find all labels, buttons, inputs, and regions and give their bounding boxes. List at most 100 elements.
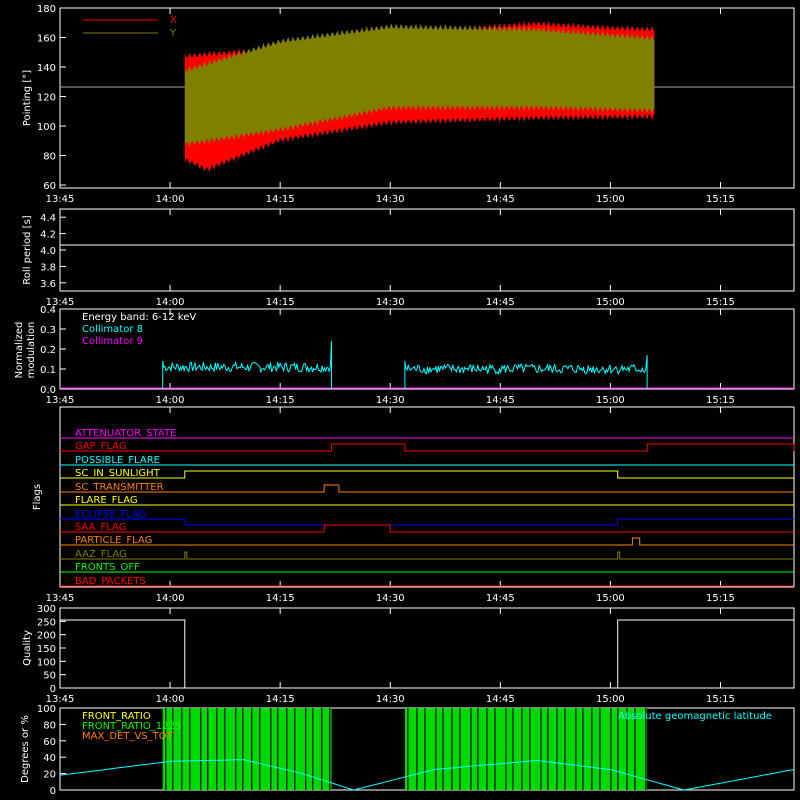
roll-xticks: 13:45 14:00 14:15 14:30 14:45 15:00 15:15 — [46, 209, 735, 308]
flag-label-gap-flag: GAP_FLAG — [75, 441, 127, 452]
y-tick-label: 60 — [43, 737, 56, 748]
flags-panel: Flags 13:45 14:00 14:15 14:30 14:45 15:00 15:1… — [32, 406, 795, 604]
legend-max-det: MAX_DET_VS_TOT — [82, 731, 174, 742]
x-tick-label: 14:30 — [376, 297, 405, 308]
quality-series — [60, 619, 794, 689]
x-tick-label: 14:30 — [376, 395, 405, 406]
flag-label-bad-packets: BAD_PACKETS — [75, 576, 146, 587]
quality-ylabel: Quality — [22, 630, 33, 666]
x-tick-label: 14:45 — [486, 297, 515, 308]
x-tick-label: 14:00 — [156, 297, 185, 308]
y-tick-label: 40 — [43, 753, 56, 764]
y-tick-label: 50 — [43, 671, 56, 682]
y-tick-label: 80 — [43, 152, 56, 163]
flag-label-sc-in-sunlight: SC_IN_SUNLIGHT — [75, 468, 161, 479]
y-tick-label: 200 — [37, 631, 56, 642]
x-tick-label: 14:00 — [156, 593, 185, 604]
pointing-band-y — [184, 23, 655, 149]
flag-label-eclipse-flag: ECLIPSE_FLAG — [75, 509, 146, 520]
x-tick-label: 14:00 — [156, 395, 185, 406]
y-tick-label: 0 — [50, 786, 56, 797]
legend-x-label: X — [170, 15, 177, 26]
x-tick-label: 14:00 — [156, 694, 185, 705]
x-tick-label: 14:30 — [376, 593, 405, 604]
y-tick-label: 120 — [37, 93, 56, 104]
flags-ylabel: Flags — [32, 484, 43, 510]
flag-line-particle-flag — [60, 537, 794, 546]
x-tick-label: 14:15 — [266, 297, 295, 308]
roll-frame — [59, 208, 795, 292]
x-tick-label: 15:15 — [706, 593, 735, 604]
y-tick-label: 3.8 — [40, 262, 56, 273]
ratio-panel: Degrees or % 020406080100 FRONT_RATIO FR… — [20, 704, 795, 797]
flag-line-eclipse-flag — [60, 518, 794, 526]
flag-line-gap-flag — [60, 443, 795, 452]
x-tick-label: 13:45 — [46, 194, 75, 205]
x-tick-label: 14:45 — [486, 395, 515, 406]
x-tick-label: 14:30 — [376, 194, 405, 205]
x-tick-label: 15:00 — [596, 694, 625, 705]
flag-label-saa-flag: SAA_FLAG — [75, 522, 126, 533]
y-tick-label: 0.4 — [40, 305, 56, 316]
flag-line-aaz-flag — [60, 551, 794, 560]
x-tick-label: 15:15 — [706, 297, 735, 308]
modulation-series — [60, 340, 794, 389]
flag-label-flare-flag: FLARE_FLAG — [75, 495, 138, 506]
x-tick-label: 14:45 — [486, 694, 515, 705]
modulation-ylabel-2: modulation — [26, 322, 37, 379]
roll-panel: Roll period [s] 3.63.84.04.24.4 13:45 14:… — [22, 208, 795, 308]
flag-label-aaz-flag: AAZ_FLAG — [75, 549, 127, 560]
pointing-ylabel: Pointing [°] — [22, 70, 33, 126]
y-tick-label: 100 — [37, 704, 56, 715]
x-tick-label: 14:15 — [266, 593, 295, 604]
flag-line-sc-in-sunlight — [60, 470, 794, 479]
pointing-panel: Pointing [°] 60 80 100 120 140 160 180 13:45 14… — [22, 4, 795, 205]
summary-plot: Pointing [°] 60 80 100 120 140 160 180 13:45 14… — [14, 4, 795, 797]
y-tick-label: 100 — [37, 657, 56, 668]
y-tick-label: 4.0 — [40, 246, 56, 257]
modulation-yticks: 0.00.10.20.30.4 — [40, 305, 66, 396]
x-tick-label: 15:15 — [706, 194, 735, 205]
x-tick-label: 14:15 — [266, 395, 295, 406]
modulation-ylabel-1: Normalized — [14, 322, 25, 379]
y-tick-label: 100 — [37, 122, 56, 133]
y-tick-label: 250 — [37, 617, 56, 628]
flag-label-fronts-off: FRONTS_OFF — [75, 562, 140, 573]
y-tick-label: 3.6 — [40, 279, 56, 290]
quality-line — [60, 619, 794, 689]
quality-xticks: 13:45 14:00 14:15 14:30 14:45 15:00 15:15 — [46, 608, 735, 705]
y-tick-label: 0.3 — [40, 325, 56, 336]
collimator-8-segment — [162, 340, 332, 389]
roll-yticks: 3.6 3.8 4.0 4.2 4.4 — [40, 213, 66, 290]
flag-label-possible-flare: POSSIBLE_FLARE — [75, 455, 160, 466]
modulation-xticks: 13:45 14:00 14:15 14:30 14:45 15:00 15:15 — [46, 309, 735, 406]
x-tick-label: 13:45 — [46, 395, 75, 406]
pointing-series — [184, 20, 655, 172]
flags-series: ATTENUATOR_STATE GAP_FLAG POSSIBLE_FLARE SC… — [60, 428, 795, 587]
modulation-annotation: Energy band: 6-12 keV — [82, 312, 196, 323]
legend-collimator-8: Collimator 8 — [82, 324, 143, 335]
flag-line-saa-flag — [60, 524, 794, 533]
x-tick-label: 13:45 — [46, 593, 75, 604]
flag-label-particle-flag: PARTICLE_FLAG — [75, 535, 152, 546]
x-tick-label: 14:00 — [156, 194, 185, 205]
legend-y-label: Y — [169, 28, 177, 39]
ratio-ylabel: Degrees or % — [20, 715, 31, 783]
y-tick-label: 300 — [37, 604, 56, 615]
y-tick-label: 180 — [37, 4, 56, 15]
y-tick-label: 80 — [43, 720, 56, 731]
y-tick-label: 60 — [43, 181, 56, 192]
flag-label-sc-transmitter: SC_TRANSMITTER — [75, 482, 164, 493]
quality-panel: Quality 050100150200250300 13:45 14:00 14:… — [22, 604, 795, 705]
y-tick-label: 0.1 — [40, 365, 56, 376]
y-tick-label: 20 — [43, 770, 56, 781]
modulation-panel: Normalized modulation 0.00.10.20.30.4 13… — [14, 305, 795, 406]
x-tick-label: 14:45 — [486, 593, 515, 604]
x-tick-label: 14:30 — [376, 694, 405, 705]
x-tick-label: 14:15 — [266, 694, 295, 705]
x-tick-label: 15:00 — [596, 593, 625, 604]
flag-label-attenuator-state: ATTENUATOR_STATE — [75, 428, 176, 439]
x-tick-label: 15:15 — [706, 694, 735, 705]
y-tick-label: 4.4 — [40, 213, 56, 224]
x-tick-label: 15:00 — [596, 297, 625, 308]
